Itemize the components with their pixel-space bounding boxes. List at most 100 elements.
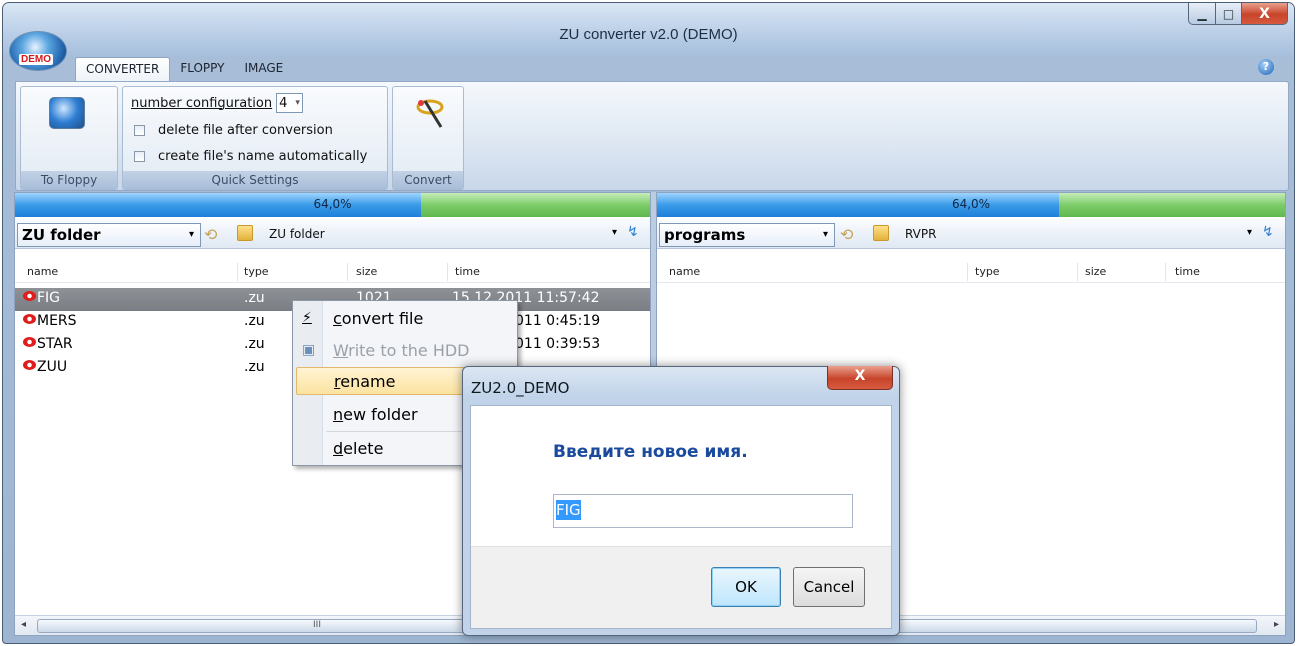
right-drive-select[interactable]: programs ▾ <box>659 223 835 247</box>
ribbon: To Floppy number configuration 4 ▾ delet… <box>15 81 1289 191</box>
file-name: FIG <box>37 290 61 306</box>
column-name[interactable]: name <box>669 265 700 278</box>
zu-file-icon <box>23 360 36 370</box>
auto-name-label: create file's name automatically <box>158 149 368 164</box>
file-type: .zu <box>244 359 265 375</box>
convert-group: Convert <box>392 86 464 190</box>
menu-item-convert-file[interactable]: ⚡ convert file <box>296 305 514 333</box>
left-drive-select[interactable]: ZU folder ▾ <box>17 223 201 247</box>
file-name: ZUU <box>37 359 68 375</box>
floppy-icon[interactable] <box>49 97 85 129</box>
right-drive-value: programs <box>664 226 746 244</box>
left-usage-bar: 64,0% <box>15 193 650 217</box>
close-button[interactable]: X <box>1242 3 1288 25</box>
right-path-bar: programs ▾ ⟲ RVPR ▾ ↯ <box>657 219 1285 249</box>
column-separator[interactable] <box>1077 263 1078 281</box>
scroll-right-icon[interactable]: ▸ <box>1274 619 1279 630</box>
file-time: 011 0:45:19 <box>515 313 601 329</box>
right-usage-bar: 64,0% <box>657 193 1285 217</box>
dialog-footer: OK Cancel <box>471 546 891 628</box>
back-icon[interactable]: ⟲ <box>204 225 226 244</box>
cancel-button[interactable]: Cancel <box>793 567 865 607</box>
number-configuration-row: number configuration 4 ▾ <box>131 93 303 113</box>
dialog-close-button[interactable]: X <box>827 366 893 390</box>
right-usage-text: 64,0% <box>951 197 991 211</box>
menu-item-label: convert file <box>333 309 424 328</box>
left-path-text[interactable]: ZU folder <box>269 227 325 241</box>
file-type: .zu <box>244 313 265 329</box>
minimize-icon: ▁ <box>1197 6 1207 21</box>
menu-item-write-to-hdd[interactable]: ▣ Write to the HDD <box>296 337 514 365</box>
path-dropdown-icon[interactable]: ▾ <box>612 227 617 238</box>
demo-badge: DEMO <box>19 54 53 65</box>
delete-after-row[interactable]: delete file after conversion <box>131 123 333 138</box>
dialog-prompt: Введите новое имя. <box>553 442 748 462</box>
quick-settings-label: Quick Settings <box>123 171 387 189</box>
auto-name-row[interactable]: create file's name automatically <box>131 149 367 164</box>
window-controls: ▁ □ X <box>1188 3 1288 25</box>
scroll-left-icon[interactable]: ◂ <box>21 619 26 630</box>
tab-converter[interactable]: CONVERTER <box>75 57 171 81</box>
column-separator[interactable] <box>967 263 968 281</box>
number-configuration-select[interactable]: 4 ▾ <box>276 93 303 113</box>
column-name[interactable]: name <box>27 265 58 278</box>
column-size[interactable]: size <box>356 265 377 278</box>
file-name: STAR <box>37 336 73 352</box>
chevron-down-icon: ▾ <box>188 229 194 240</box>
right-column-headers: name type size time <box>657 261 1285 283</box>
minimize-button[interactable]: ▁ <box>1188 3 1216 25</box>
number-configuration-value: 4 <box>279 95 288 111</box>
column-time[interactable]: time <box>1175 265 1200 278</box>
left-usage-text: 64,0% <box>313 197 352 211</box>
close-icon: X <box>854 368 866 384</box>
file-name: MERS <box>37 313 77 329</box>
column-size[interactable]: size <box>1085 265 1106 278</box>
column-separator[interactable] <box>237 263 238 281</box>
app-logo-icon[interactable]: DEMO <box>9 31 67 71</box>
left-drive-value: ZU folder <box>22 226 101 244</box>
menu-item-label: Write to the HDD <box>333 341 470 360</box>
right-path-text[interactable]: RVPR <box>905 227 936 241</box>
convert-label: Convert <box>393 171 463 189</box>
column-type[interactable]: type <box>975 265 1000 278</box>
scroll-grip: III <box>313 620 321 630</box>
zu-file-icon <box>23 337 36 347</box>
ok-button[interactable]: OK <box>711 567 781 607</box>
to-floppy-group: To Floppy <box>20 86 118 190</box>
column-separator[interactable] <box>347 263 348 281</box>
number-configuration-label: number configuration <box>131 95 273 111</box>
auto-name-checkbox[interactable] <box>134 151 145 162</box>
file-type: .zu <box>244 336 265 352</box>
to-floppy-label: To Floppy <box>21 171 117 189</box>
help-icon[interactable]: ? <box>1258 59 1274 75</box>
refresh-icon[interactable]: ↯ <box>1262 224 1274 240</box>
zu-file-icon <box>23 314 36 324</box>
left-column-headers: name type size time <box>15 261 650 283</box>
menu-item-label: rename <box>334 372 396 391</box>
back-icon[interactable]: ⟲ <box>840 225 862 244</box>
zu-file-icon <box>23 291 36 301</box>
rename-input[interactable]: FIG <box>553 494 853 528</box>
tab-floppy[interactable]: FLOPPY <box>170 57 234 81</box>
menu-item-label: delete <box>333 439 384 458</box>
magic-wand-icon[interactable] <box>411 93 451 133</box>
column-separator[interactable] <box>1165 263 1166 281</box>
folder-icon <box>237 225 253 241</box>
ribbon-tabs: CONVERTER FLOPPY IMAGE <box>75 57 293 81</box>
dialog-body: Введите новое имя. FIG OK Cancel <box>470 405 892 629</box>
tab-image[interactable]: IMAGE <box>234 57 293 81</box>
maximize-button[interactable]: □ <box>1216 3 1242 25</box>
dialog-title: ZU2.0_DEMO <box>471 379 570 397</box>
close-icon: X <box>1259 5 1270 22</box>
column-separator[interactable] <box>447 263 448 281</box>
delete-after-checkbox[interactable] <box>134 125 145 136</box>
magic-wand-icon: ⚡ <box>302 310 312 326</box>
column-type[interactable]: type <box>244 265 269 278</box>
path-dropdown-icon[interactable]: ▾ <box>1247 227 1252 238</box>
title-bar[interactable]: ZU converter v2.0 (DEMO) ▁ □ X <box>3 3 1294 55</box>
chevron-down-icon: ▾ <box>822 229 828 240</box>
delete-after-label: delete file after conversion <box>158 123 333 138</box>
column-time[interactable]: time <box>455 265 480 278</box>
refresh-icon[interactable]: ↯ <box>627 224 639 240</box>
window-title: ZU converter v2.0 (DEMO) <box>559 26 738 43</box>
